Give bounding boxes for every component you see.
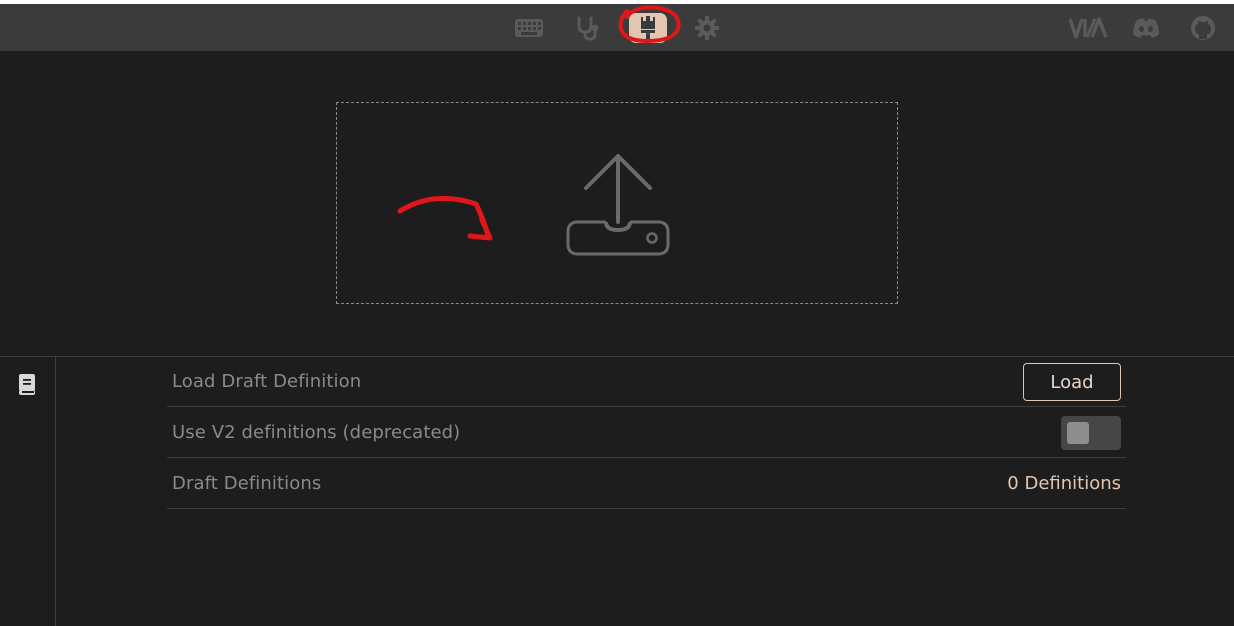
stethoscope-icon[interactable] [572,13,602,43]
book-icon[interactable] [18,374,36,396]
github-icon[interactable] [1188,13,1218,43]
via-logo[interactable] [1068,13,1112,43]
keyboard-icon[interactable] [514,13,544,43]
use-v2-label: Use V2 definitions (deprecated) [172,422,461,443]
draft-definitions-count: 0 Definitions [1007,473,1121,494]
load-button[interactable]: Load [1023,363,1121,401]
gear-icon[interactable] [692,13,722,43]
upload-icon [566,154,670,256]
setting-row-load-draft: Load Draft Definition Load [167,357,1126,407]
annotation-arrow [397,195,493,241]
setting-row-draft-definitions: Draft Definitions 0 Definitions [167,459,1126,509]
use-v2-toggle[interactable] [1061,416,1121,450]
draft-definitions-label: Draft Definitions [172,473,322,494]
setting-row-use-v2: Use V2 definitions (deprecated) [167,408,1126,458]
annotation-circle [618,5,681,44]
app-window: Load Draft Definition Load Use V2 defini… [0,0,1234,626]
load-draft-label: Load Draft Definition [172,371,362,392]
sidebar [0,357,56,626]
settings-panel: Load Draft Definition Load Use V2 defini… [0,356,1234,626]
discord-icon[interactable] [1130,13,1162,43]
toggle-knob [1067,422,1089,444]
